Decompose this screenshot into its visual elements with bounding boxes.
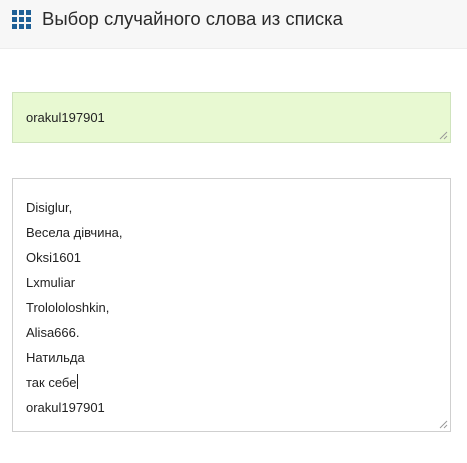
- list-item: Lxmuliar: [26, 275, 76, 290]
- result-field[interactable]: orakul197901: [12, 92, 451, 143]
- list-item: Весела дівчина,: [26, 225, 123, 240]
- word-list: Disiglur, Весела дівчина, Oksi1601 Lxmul…: [26, 195, 122, 420]
- list-item: Trolololoshkin,: [26, 300, 110, 315]
- list-item: Oksi1601: [26, 250, 81, 265]
- resize-handle-icon[interactable]: [439, 420, 448, 429]
- resize-handle-icon[interactable]: [439, 131, 448, 140]
- grid-menu-icon[interactable]: [12, 10, 32, 30]
- page-header: Выбор случайного слова из списка: [0, 0, 467, 49]
- list-item: orakul197901: [26, 400, 105, 415]
- list-item: так себе: [26, 374, 79, 390]
- word-list-textarea[interactable]: Disiglur, Весела дівчина, Oksi1601 Lxmul…: [12, 178, 451, 432]
- text-cursor: [77, 374, 79, 389]
- result-value: orakul197901: [26, 110, 105, 125]
- list-item: Натильда: [26, 350, 85, 365]
- list-item: Disiglur,: [26, 200, 73, 215]
- list-item: Alisa666.: [26, 325, 80, 340]
- page-title: Выбор случайного слова из списка: [42, 8, 343, 29]
